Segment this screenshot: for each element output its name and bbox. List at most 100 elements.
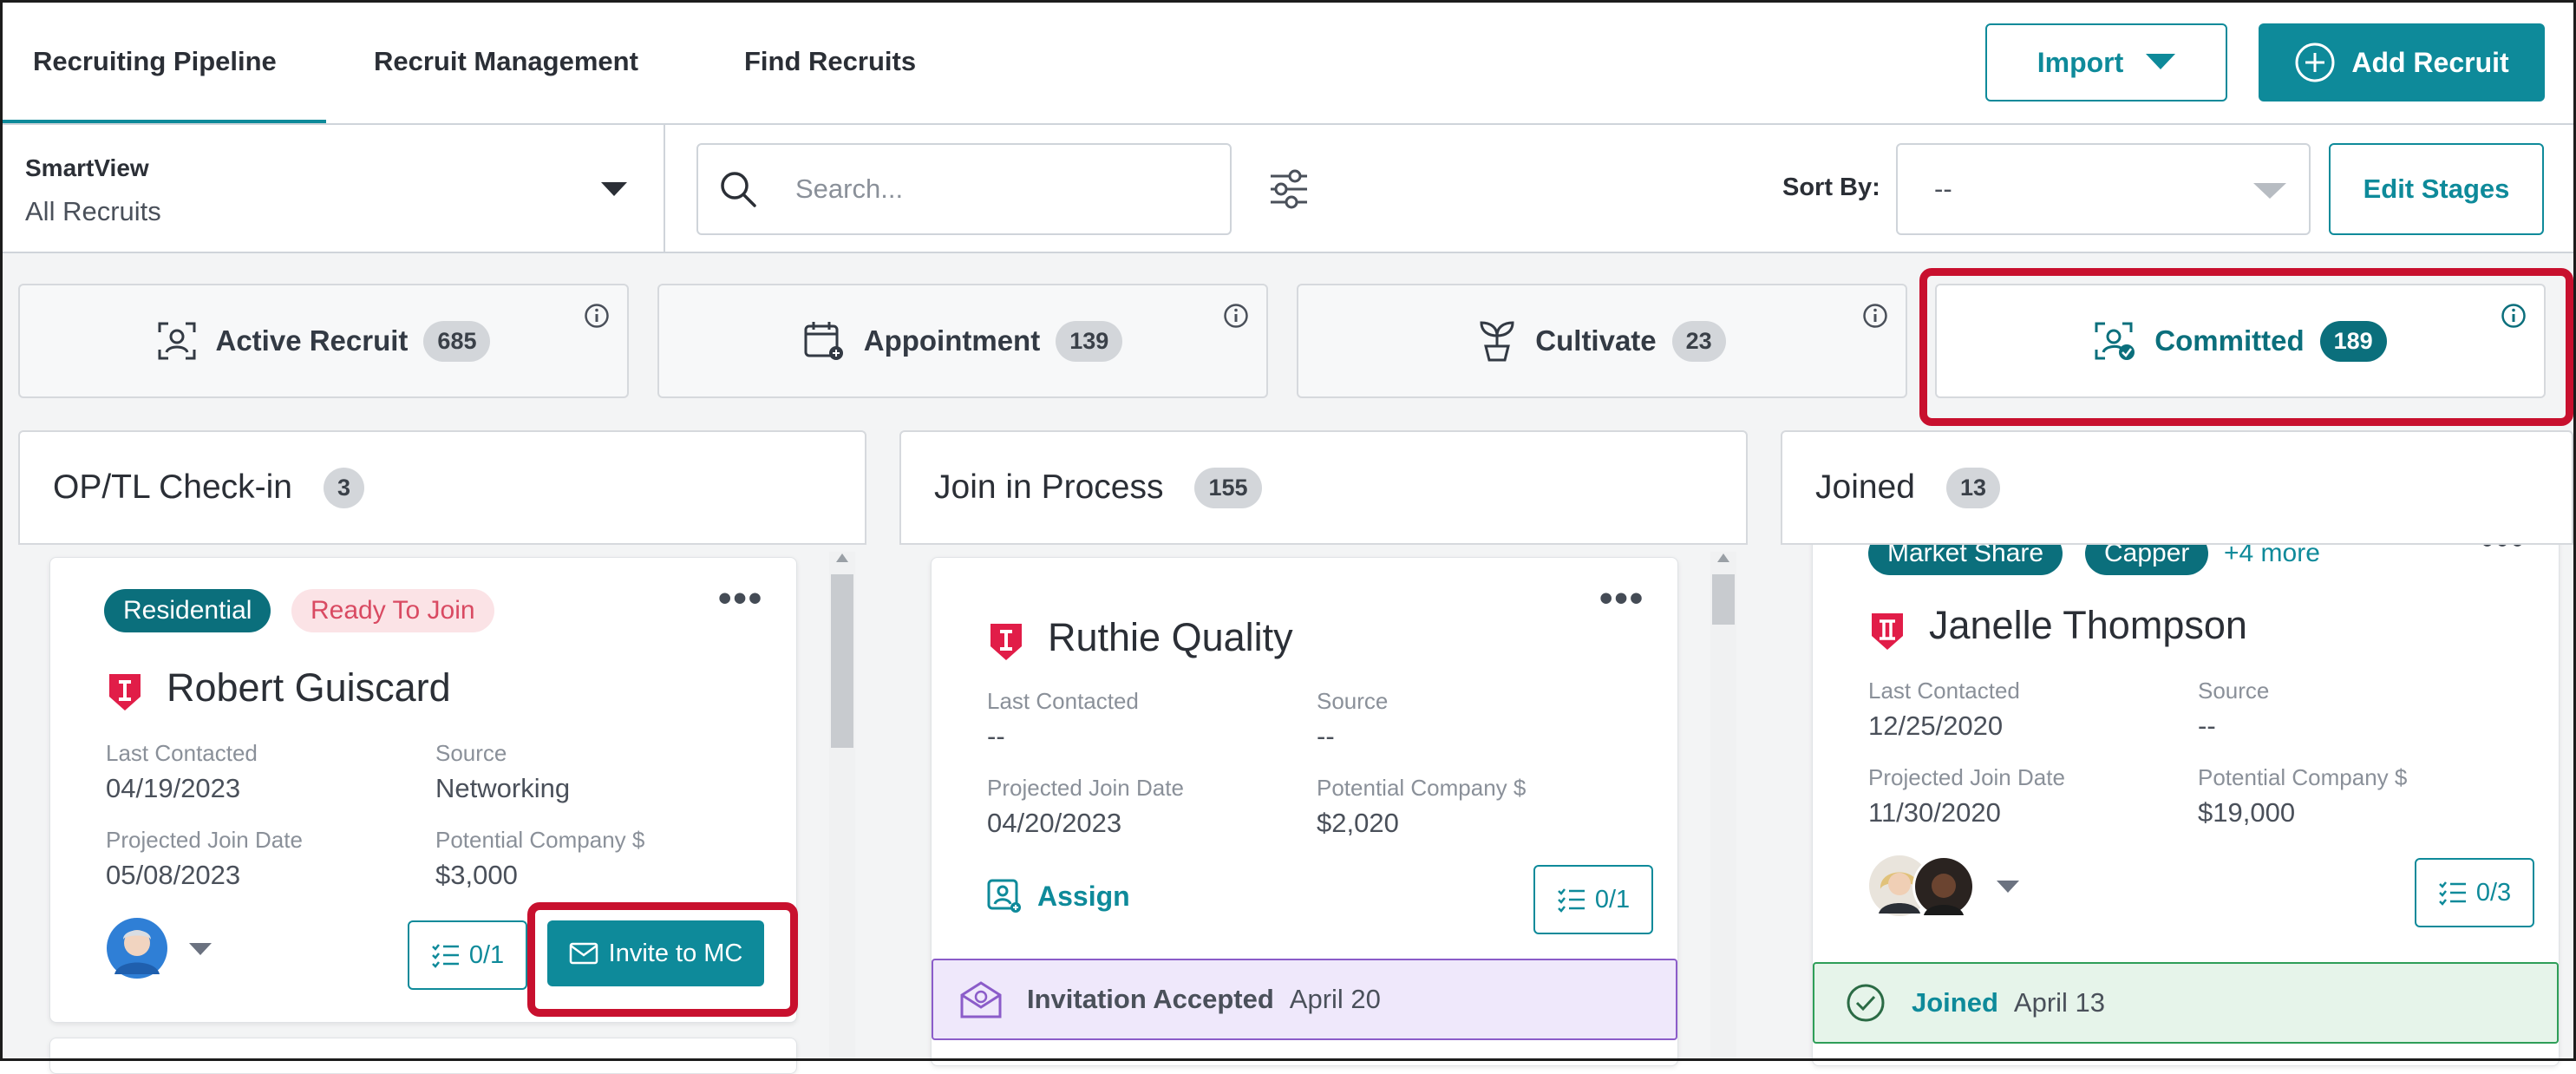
column-joined: Market Share Capper +4 more ••• Janelle … xyxy=(1781,430,2573,1066)
caret-down-icon xyxy=(601,182,627,196)
recruit-card-janelle-thompson[interactable]: Market Share Capper +4 more ••• Janelle … xyxy=(1812,517,2560,1066)
avatar[interactable] xyxy=(106,917,168,979)
scrollbar-thumb[interactable] xyxy=(831,574,853,748)
field-label: Last Contacted xyxy=(1868,678,2020,704)
projected-join-date-value: 11/30/2020 xyxy=(1868,797,2001,828)
brand-shield-icon xyxy=(991,624,1022,660)
smartview-label: SmartView xyxy=(25,154,149,181)
field-label: Potential Company $ xyxy=(435,827,645,853)
recruit-card-next[interactable] xyxy=(49,1038,797,1074)
add-recruit-button[interactable]: Add Recruit xyxy=(2259,23,2545,102)
person-scan-icon xyxy=(158,322,195,360)
add-recruit-label: Add Recruit xyxy=(2351,46,2509,78)
info-icon[interactable] xyxy=(1223,303,1249,329)
stage-label: Active Recruit xyxy=(215,324,409,357)
recruit-name[interactable]: Robert Guiscard xyxy=(167,665,451,711)
potential-company-value: $19,000 xyxy=(2198,797,2296,828)
recruit-name[interactable]: Ruthie Quality xyxy=(1048,615,1293,660)
potential-company-value: $2,020 xyxy=(1317,808,1399,838)
check-circle-icon xyxy=(1847,984,1885,1022)
tab-label: Find Recruits xyxy=(744,46,917,76)
tag-chip: Residential xyxy=(104,589,271,632)
edit-stages-label: Edit Stages xyxy=(2363,174,2510,204)
column-count-badge: 3 xyxy=(323,467,365,508)
filter-sliders-icon[interactable] xyxy=(1269,169,1309,209)
potential-company-value: $3,000 xyxy=(435,860,518,890)
info-icon[interactable] xyxy=(584,303,610,329)
column-count-badge: 155 xyxy=(1194,467,1262,508)
last-contacted-value: 04/19/2023 xyxy=(106,773,241,803)
sort-by-label: Sort By: xyxy=(1782,174,1880,201)
stage-card-active-recruit[interactable]: Active Recruit 685 xyxy=(18,284,629,398)
source-value: -- xyxy=(2198,711,2216,741)
plus-circle-icon xyxy=(2295,43,2335,82)
tasks-button[interactable]: 0/1 xyxy=(1533,865,1653,934)
info-icon[interactable] xyxy=(1862,303,1888,329)
toolbar-divider xyxy=(664,125,665,253)
scrollbar-thumb[interactable] xyxy=(1712,574,1735,625)
tab-find-recruits[interactable]: Find Recruits xyxy=(744,0,916,123)
joined-status-bar: Joined April 13 xyxy=(1813,962,2559,1044)
scrollbar[interactable] xyxy=(829,552,855,1061)
edit-stages-button[interactable]: Edit Stages xyxy=(2329,143,2544,235)
more-options-icon[interactable]: ••• xyxy=(1599,577,1644,620)
calendar-icon xyxy=(804,322,843,360)
field-label: Last Contacted xyxy=(987,688,1139,714)
assign-button[interactable]: Assign xyxy=(987,879,1130,914)
joined-status-date: April 13 xyxy=(2013,987,2106,1018)
stage-count-badge: 685 xyxy=(423,320,491,362)
search-input[interactable]: Search... xyxy=(696,143,1232,235)
invitation-envelope-icon xyxy=(960,981,1002,1018)
field-label: Projected Join Date xyxy=(1868,764,2065,790)
column-header: Joined 13 xyxy=(1781,430,2573,545)
scrollbar[interactable] xyxy=(1710,552,1736,1061)
sort-by-value: -- xyxy=(1934,174,1952,204)
tasks-button[interactable]: 0/1 xyxy=(408,920,527,990)
tasks-count: 0/1 xyxy=(1594,885,1631,914)
recruit-card-ruthie-quality[interactable]: ••• Ruthie Quality Last Contacted -- Sou… xyxy=(931,557,1678,1066)
tasks-count: 0/3 xyxy=(2475,878,2512,907)
highlight-committed xyxy=(1919,268,2573,426)
caret-down-icon[interactable] xyxy=(189,943,212,957)
source-value: -- xyxy=(1317,721,1335,751)
brand-shield-icon xyxy=(1872,613,1903,650)
scroll-up-arrow-icon[interactable] xyxy=(1717,553,1729,562)
source-value: Networking xyxy=(435,773,571,803)
last-contacted-value: -- xyxy=(987,721,1005,751)
import-label: Import xyxy=(2037,46,2124,78)
highlight-invite-to-mc xyxy=(527,902,798,1017)
projected-join-date-value: 04/20/2023 xyxy=(987,808,1122,838)
stage-card-appointment[interactable]: Appointment 139 xyxy=(657,284,1268,398)
column-title: Join in Process xyxy=(934,468,1164,506)
invitation-status-date: April 20 xyxy=(1289,984,1381,1014)
column-header: OP/TL Check-in 3 xyxy=(18,430,866,545)
checklist-icon xyxy=(431,944,459,968)
scroll-up-arrow-icon[interactable] xyxy=(836,553,848,562)
stage-label: Appointment xyxy=(863,324,1041,357)
stage-card-cultivate[interactable]: Cultivate 23 xyxy=(1297,284,1907,398)
sort-by-select[interactable]: -- xyxy=(1896,143,2311,235)
search-icon xyxy=(721,172,756,207)
tab-recruit-management[interactable]: Recruit Management xyxy=(374,0,638,123)
last-contacted-value: 12/25/2020 xyxy=(1868,711,2004,741)
import-button[interactable]: Import xyxy=(1985,23,2227,102)
smartview-value: All Recruits xyxy=(25,196,161,226)
joined-status-label: Joined xyxy=(1912,987,1998,1018)
assign-person-icon xyxy=(987,879,1021,913)
tab-label: Recruit Management xyxy=(374,46,638,76)
projected-join-date-value: 05/08/2023 xyxy=(106,860,241,890)
tasks-button[interactable]: 0/3 xyxy=(2415,858,2534,927)
smartview-dropdown[interactable]: SmartView All Recruits xyxy=(3,125,664,253)
avatar[interactable] xyxy=(1912,855,1976,919)
brand-shield-icon xyxy=(109,674,141,711)
invitation-status-bar: Invitation Accepted April 20 xyxy=(932,959,1677,1040)
sprout-icon xyxy=(1480,321,1514,362)
tab-recruiting-pipeline[interactable]: Recruiting Pipeline xyxy=(33,0,277,123)
more-options-icon[interactable]: ••• xyxy=(718,577,763,620)
field-label: Potential Company $ xyxy=(2198,764,2408,790)
caret-down-icon[interactable] xyxy=(1997,881,2019,894)
recruit-name[interactable]: Janelle Thompson xyxy=(1929,603,2247,648)
search-placeholder: Search... xyxy=(795,174,904,204)
field-label: Source xyxy=(435,740,507,766)
caret-down-icon xyxy=(2253,183,2286,199)
